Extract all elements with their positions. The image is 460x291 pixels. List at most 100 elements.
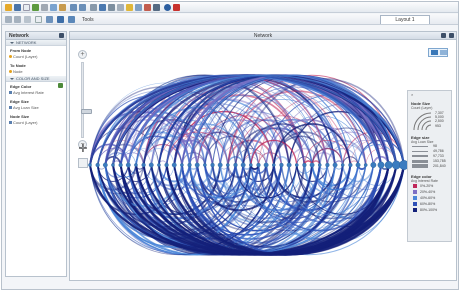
from-node-value[interactable]: Count (Layer) [6,53,66,61]
refresh-icon[interactable] [24,16,31,23]
edge [257,152,282,166]
bookmark-icon[interactable] [57,16,64,23]
node-size-arcs-icon [413,112,432,131]
graph-node [294,163,299,167]
filter-icon[interactable] [108,4,115,11]
graph-node [370,162,377,168]
zoom-slider-thumb[interactable] [81,109,92,114]
chart-icon[interactable] [32,4,39,11]
add-icon[interactable] [58,83,63,88]
present-icon[interactable] [153,4,160,11]
edge [258,152,282,166]
edge-color-row: 80%-100% [411,207,448,213]
tools-label[interactable]: Tools [82,17,94,23]
panel-icon[interactable] [46,16,53,23]
graph-node [348,162,353,168]
frame-icon[interactable] [35,16,42,23]
secondary-toolbar: Tools Layout 1 [2,14,458,25]
to-node-value[interactable]: Node [6,68,66,76]
graph-node [355,162,361,168]
forward-icon[interactable] [14,16,21,23]
node-size-label: Node Size [10,114,30,119]
maximize-icon[interactable] [441,33,446,38]
graph-node [125,162,131,168]
edge-color-value[interactable]: Avg Interest Rate [6,89,66,97]
undo-icon[interactable] [70,4,77,11]
new-icon[interactable] [23,4,30,11]
graph-node [240,162,246,168]
from-node-label: From Node [10,48,32,53]
node-size-value[interactable]: Count (Layer) [6,119,66,127]
close-icon[interactable] [173,4,180,11]
graph-node [102,162,108,168]
highlight-icon[interactable] [126,4,133,11]
graph-node [340,163,345,167]
graph-node [325,162,330,168]
graph-node [249,163,253,167]
copy-icon[interactable] [50,4,57,11]
graph-node [118,162,123,168]
tab-layout-1[interactable]: Layout 1 [380,15,430,24]
panel-close-icon[interactable] [449,33,454,38]
color-swatch [413,202,417,206]
view-mode-toggle[interactable] [428,48,448,57]
graph-node [203,163,207,167]
graph-node [233,162,238,168]
paste-icon[interactable] [59,4,66,11]
graph-node [171,162,177,168]
graph-node [217,162,223,168]
network-graph[interactable] [70,41,456,281]
pan-icon[interactable]: ✛ [78,144,88,155]
layout-icon[interactable] [144,4,151,11]
collapse-icon [10,42,14,44]
table-icon[interactable] [99,4,106,11]
mode-icon-b[interactable] [440,50,447,55]
save-icon[interactable] [14,4,21,11]
color-swatch [413,190,417,194]
view-icon[interactable] [68,16,75,23]
graph-node [363,163,368,167]
fit-view-icon[interactable] [78,158,88,168]
open-icon[interactable] [5,4,12,11]
edge-color-label: Edge Color [6,82,66,89]
edge-size-value[interactable]: Avg Loan Size [6,104,66,112]
graph-node [95,162,100,168]
measure-icon [9,121,12,124]
edge [242,152,267,166]
mode-icon-a[interactable] [431,50,438,55]
zoom-in-icon[interactable]: + [78,50,87,59]
back-icon[interactable] [5,16,12,23]
network-settings-panel: Network NETWORK From Node Count (Layer) … [5,31,67,277]
legend: × Node Size Count (Layer) 7,307 5,000 2,… [407,90,452,242]
zoom-slider[interactable] [81,62,92,138]
graph-node [317,163,322,167]
edge [181,152,206,166]
network-view-title: Network [253,33,273,39]
edge-size-row: 201,840 [411,164,448,169]
graph-node [180,163,184,167]
graph-node [210,162,215,168]
grid-icon[interactable] [135,4,142,11]
graph-node [377,161,385,169]
graph-node [141,162,146,168]
redo-icon[interactable] [79,4,86,11]
graph-node [134,163,138,167]
sort-icon[interactable] [117,4,124,11]
graph-node [279,162,284,168]
graph-node [309,162,315,168]
graph-node [111,163,115,167]
graph-node [164,162,169,168]
graph-node [332,162,338,168]
panel-title: Network [9,33,29,39]
help-icon[interactable] [164,4,171,11]
legend-close-icon[interactable]: × [411,92,413,97]
graph-node [157,163,161,167]
node-icon [9,70,12,73]
color-swatch [413,184,417,188]
to-node-label: To Node [10,63,26,68]
cut-icon[interactable] [41,4,48,11]
panel-close-icon[interactable] [59,33,64,38]
node-icon [9,55,12,58]
print-icon[interactable] [90,4,97,11]
color-swatch [413,196,417,200]
